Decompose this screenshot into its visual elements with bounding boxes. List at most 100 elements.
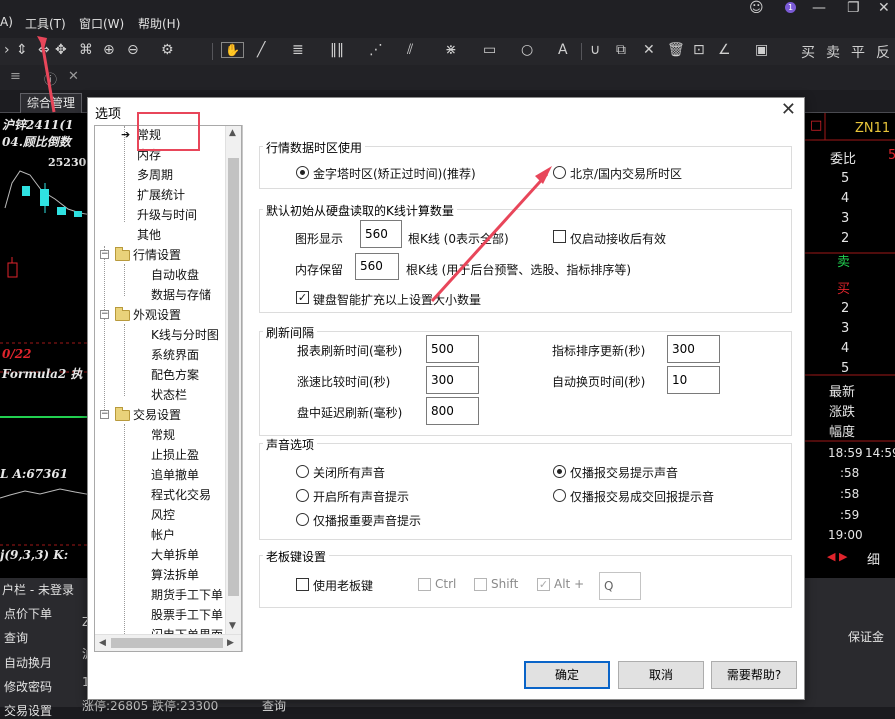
- fan-lines-icon[interactable]: ⋰: [369, 42, 383, 58]
- channel-icon[interactable]: ⫽: [407, 42, 413, 58]
- tree-item-account[interactable]: 帐户: [151, 527, 175, 543]
- ctrl-checkbox[interactable]: [418, 578, 431, 591]
- pen-icon[interactable]: ∠: [718, 42, 731, 58]
- tree-scroll-thumb[interactable]: [228, 158, 239, 596]
- kline-chart[interactable]: 沪锌2411(1 04.顾比倒数 25230 0/22 Formula2 执 L…: [0, 113, 92, 578]
- keyboard-expand-label[interactable]: 键盘智能扩充以上设置大小数量: [313, 291, 481, 308]
- tree-item-algo-split[interactable]: 算法拆单: [151, 567, 199, 583]
- ctrl-label[interactable]: Ctrl: [435, 577, 456, 591]
- trash-icon[interactable]: 🗑: [667, 42, 685, 58]
- startup-only-label[interactable]: 仅启动接收后有效: [570, 230, 666, 247]
- delete-drawing-icon[interactable]: ✕: [643, 42, 655, 58]
- label-sound-trade[interactable]: 仅播报交易提示声音: [570, 464, 678, 481]
- zoom-out-icon[interactable]: ⊖: [127, 42, 139, 58]
- tree-vertical-scrollbar[interactable]: ▲ ▼: [225, 126, 241, 635]
- tree-item-multi-period[interactable]: 多周期: [137, 167, 173, 183]
- radio-sound-callback[interactable]: [553, 489, 566, 502]
- report-refresh-input[interactable]: 500: [426, 335, 479, 363]
- close-position-button[interactable]: 平: [851, 42, 865, 62]
- expander-minus-icon[interactable]: −: [100, 310, 109, 319]
- label-beijing-timezone[interactable]: 北京/国内交易所时区: [570, 165, 682, 182]
- tree-item-upgrade-time[interactable]: 升级与时间: [137, 207, 197, 223]
- tree-item-system-ui[interactable]: 系统界面: [151, 347, 199, 363]
- parallel-lines-icon[interactable]: ≣: [292, 42, 304, 58]
- scroll-down-icon[interactable]: ▼: [229, 621, 236, 631]
- tree-item-statusbar[interactable]: 状态栏: [151, 387, 187, 403]
- hand-icon[interactable]: ✋: [221, 42, 244, 58]
- tree-hscroll-thumb[interactable]: [111, 638, 223, 648]
- scroll-right-icon[interactable]: ▶: [227, 638, 234, 648]
- nav-auto-rollover[interactable]: 自动换月: [4, 654, 52, 671]
- radio-beijing-timezone[interactable]: [553, 166, 566, 179]
- tree-item-algo-trading[interactable]: 程式化交易: [151, 487, 211, 503]
- menu-help[interactable]: 帮助(H): [138, 15, 180, 32]
- delay-refresh-input[interactable]: 800: [426, 397, 479, 425]
- scroll-left-icon[interactable]: ◀ ▶: [827, 550, 847, 563]
- tree-group-market[interactable]: 行情设置: [133, 247, 181, 263]
- label-sound-important[interactable]: 仅播报重要声音提示: [313, 512, 421, 529]
- user-icon[interactable]: ☺: [749, 0, 764, 16]
- zoom-horizontal-icon[interactable]: ⇔: [38, 42, 50, 58]
- radio-sound-trade[interactable]: [553, 465, 566, 478]
- tree-item-kline-chart[interactable]: K线与分时图: [151, 327, 219, 343]
- tree-item-chase-cancel[interactable]: 追单撤单: [151, 467, 199, 483]
- keyboard-expand-checkbox[interactable]: ✓: [296, 291, 309, 304]
- alt-label[interactable]: Alt +: [554, 577, 584, 591]
- label-sound-off[interactable]: 关闭所有声音: [313, 464, 385, 481]
- scroll-left-icon[interactable]: ◀: [99, 638, 106, 648]
- auto-page-input[interactable]: 10: [667, 366, 720, 394]
- radio-sound-important[interactable]: [296, 513, 309, 526]
- expander-minus-icon[interactable]: −: [100, 250, 109, 259]
- copy-icon[interactable]: ⧉: [616, 42, 626, 58]
- tab-overview[interactable]: 综合管理: [20, 93, 82, 113]
- sell-button[interactable]: 卖: [826, 42, 840, 62]
- reverse-button[interactable]: 反: [876, 42, 890, 62]
- menu-tools[interactable]: 工具(T): [25, 15, 66, 32]
- tree-item-ext-stats[interactable]: 扩展统计: [137, 187, 185, 203]
- alt-checkbox[interactable]: ✓: [537, 578, 550, 591]
- memory-count-input[interactable]: 560: [355, 253, 399, 280]
- label-sound-all[interactable]: 开启所有声音提示: [313, 488, 409, 505]
- tree-item-other[interactable]: 其他: [137, 227, 161, 243]
- lock-icon[interactable]: ⊡: [693, 42, 705, 58]
- close-icon[interactable]: ✕: [781, 100, 796, 120]
- tree-item-trade-general[interactable]: 常规: [151, 427, 175, 443]
- cancel-button[interactable]: 取消: [618, 661, 704, 689]
- help-button[interactable]: 需要帮助?: [711, 661, 797, 689]
- menu-window[interactable]: 窗口(W): [79, 15, 124, 32]
- zoom-in-icon[interactable]: ⊕: [103, 42, 115, 58]
- ok-button[interactable]: 确定: [524, 661, 610, 689]
- restore-icon[interactable]: ❐: [847, 0, 860, 16]
- expander-minus-icon[interactable]: −: [100, 410, 109, 419]
- ellipse-tool-icon[interactable]: ○: [521, 42, 533, 58]
- use-boss-key-label[interactable]: 使用老板键: [313, 577, 373, 594]
- move-icon[interactable]: ✥: [55, 42, 67, 58]
- line-tool-icon[interactable]: ╱: [257, 42, 265, 58]
- info-icon[interactable]: ⓘ: [44, 69, 57, 88]
- nav-query[interactable]: 查询: [4, 629, 28, 646]
- buy-button[interactable]: 买: [801, 42, 815, 62]
- save-icon[interactable]: ▣: [755, 42, 768, 58]
- close-icon[interactable]: ✕: [68, 69, 79, 84]
- tree-item-futures-manual[interactable]: 期货手工下单: [151, 587, 223, 603]
- fib-icon[interactable]: ⋇: [445, 42, 457, 58]
- radio-sound-all[interactable]: [296, 489, 309, 502]
- label-sound-callback[interactable]: 仅播报交易成交回报提示音: [570, 488, 714, 505]
- gear-icon[interactable]: ⚙: [161, 42, 174, 58]
- display-count-input[interactable]: 560: [360, 220, 402, 248]
- detail-tab[interactable]: 细: [867, 549, 880, 568]
- tree-group-appearance[interactable]: 外观设置: [133, 307, 181, 323]
- chevron-right-icon[interactable]: ›: [4, 42, 10, 58]
- startup-only-checkbox[interactable]: [553, 230, 566, 243]
- use-boss-key-checkbox[interactable]: [296, 578, 309, 591]
- tree-item-large-split[interactable]: 大单拆单: [151, 547, 199, 563]
- tree-item-risk-control[interactable]: 风控: [151, 507, 175, 523]
- tree-group-trading[interactable]: 交易设置: [133, 407, 181, 423]
- shift-label[interactable]: Shift: [491, 577, 518, 591]
- tree-horizontal-scrollbar[interactable]: ◀ ▶: [95, 634, 241, 651]
- nav-price-order[interactable]: 点价下单: [4, 605, 52, 622]
- window-close-icon[interactable]: ✕: [878, 0, 890, 16]
- boss-key-input[interactable]: Q: [599, 572, 641, 600]
- tree-item-stock-manual[interactable]: 股票手工下单: [151, 607, 223, 623]
- radio-pyramid-timezone[interactable]: [296, 166, 309, 179]
